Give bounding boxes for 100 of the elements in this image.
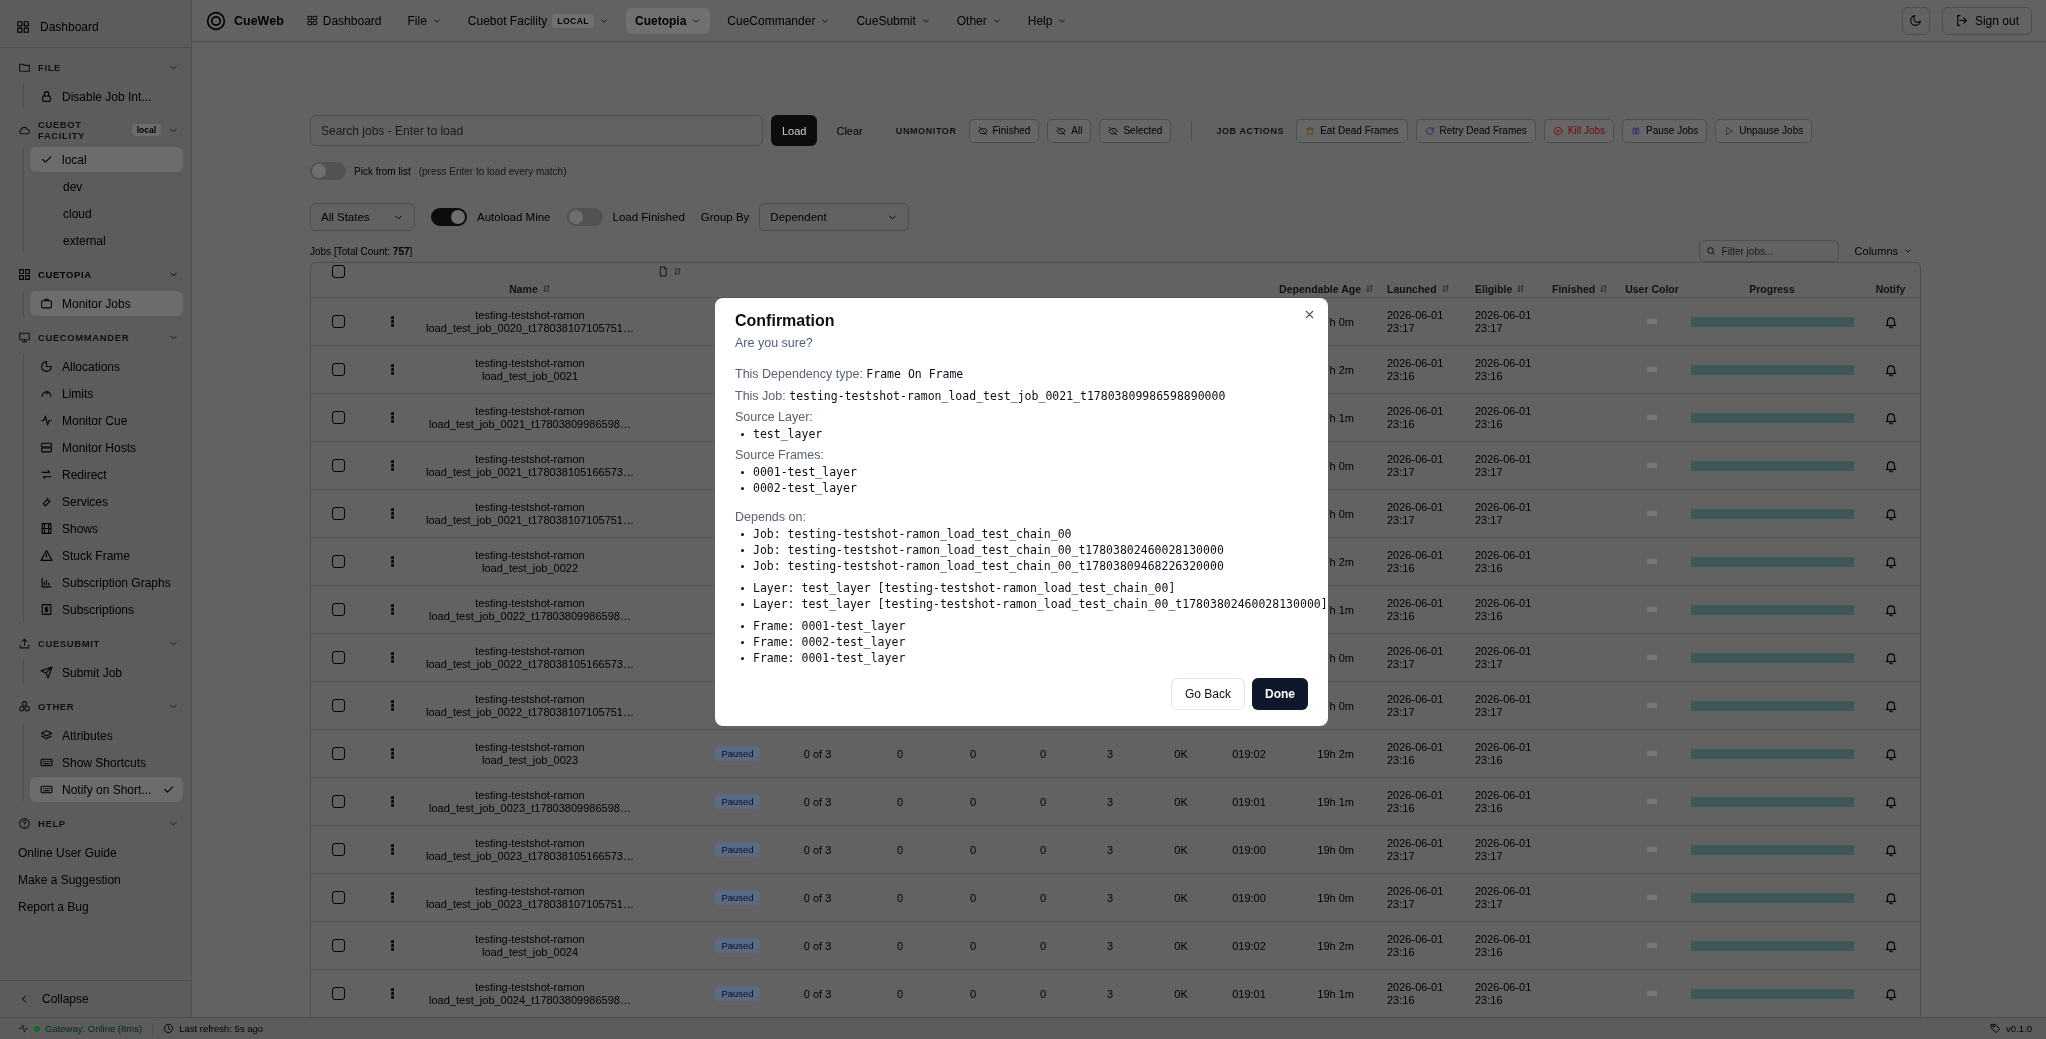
section-header[interactable]: CUESUBMIT: [8, 628, 183, 658]
nav-menu[interactable]: Other: [947, 7, 1011, 34]
row-checkbox[interactable]: [331, 939, 345, 952]
column-header[interactable]: Progress: [1749, 282, 1795, 295]
row-checkbox[interactable]: [331, 651, 345, 664]
section-header[interactable]: CUECOMMANDER: [8, 322, 183, 352]
theme-button[interactable]: [1901, 6, 1930, 35]
row-checkbox[interactable]: [331, 459, 345, 472]
sidebar-item[interactable]: Redirect: [30, 462, 183, 487]
header-checkbox[interactable]: [331, 265, 345, 279]
job-action-button[interactable]: Retry Dead Frames: [1415, 118, 1536, 143]
bell-icon[interactable]: [1883, 698, 1898, 713]
sidebar-item[interactable]: local: [30, 147, 183, 172]
column-header[interactable]: Eligible: [1475, 282, 1513, 295]
row-checkbox[interactable]: [331, 507, 345, 520]
sidebar-item[interactable]: Limits: [30, 381, 183, 406]
sidebar-item[interactable]: Notify on Short...: [30, 777, 183, 802]
group-by-select[interactable]: Dependent: [759, 203, 910, 231]
unmonitor-button[interactable]: Selected: [1099, 118, 1172, 143]
row-checkbox[interactable]: [331, 747, 345, 760]
nav-menu[interactable]: File: [398, 7, 451, 34]
sort-icon[interactable]: [673, 267, 682, 277]
state-select[interactable]: All States: [310, 203, 415, 231]
nav-menu[interactable]: CueCommander: [718, 7, 840, 34]
sidebar-item[interactable]: Allocations: [30, 354, 183, 379]
bell-icon[interactable]: [1883, 794, 1898, 809]
done-button[interactable]: Done: [1252, 678, 1308, 710]
sidebar-item[interactable]: Stuck Frame: [30, 543, 183, 568]
load-button[interactable]: Load: [771, 115, 818, 146]
sort-icon[interactable]: [1516, 284, 1526, 294]
sidebar-item[interactable]: dev: [30, 174, 183, 199]
sign-out-button[interactable]: Sign out: [1941, 6, 2032, 35]
bell-icon[interactable]: [1883, 410, 1898, 425]
row-checkbox[interactable]: [331, 891, 345, 904]
bell-icon[interactable]: [1883, 650, 1898, 665]
dashboard-link[interactable]: Dashboard: [8, 13, 183, 41]
sidebar-item[interactable]: Submit Job: [30, 660, 183, 685]
sidebar-item[interactable]: Online User Guide: [8, 840, 183, 865]
go-back-button[interactable]: Go Back: [1170, 678, 1245, 710]
sort-icon[interactable]: [541, 284, 551, 294]
bell-icon[interactable]: [1883, 602, 1898, 617]
section-header[interactable]: OTHER: [8, 691, 183, 721]
sidebar-item[interactable]: Services: [30, 489, 183, 514]
columns-button[interactable]: Columns: [1846, 240, 1921, 262]
row-checkbox[interactable]: [331, 315, 345, 328]
toggle-switch[interactable]: [310, 162, 346, 180]
job-action-button[interactable]: Pause Jobs: [1622, 118, 1708, 143]
bell-icon[interactable]: [1883, 986, 1898, 1001]
nav-menu[interactable]: Help: [1018, 7, 1077, 34]
sidebar-item[interactable]: Report a Bug: [8, 894, 183, 919]
sidebar-item[interactable]: Make a Suggestion: [8, 867, 183, 892]
sidebar-item[interactable]: Show Shortcuts: [30, 750, 183, 775]
sidebar-item[interactable]: Attributes: [30, 723, 183, 748]
unmonitor-button[interactable]: Finished: [968, 118, 1040, 143]
nav-menu[interactable]: Cuetopia: [626, 7, 711, 34]
column-header[interactable]: Name: [509, 282, 538, 295]
row-checkbox[interactable]: [331, 699, 345, 712]
sidebar-item[interactable]: external: [30, 228, 183, 253]
row-checkbox[interactable]: [331, 843, 345, 856]
nav-menu[interactable]: CueSubmit: [847, 7, 940, 34]
row-checkbox[interactable]: [331, 555, 345, 568]
row-checkbox[interactable]: [331, 411, 345, 424]
row-checkbox[interactable]: [331, 603, 345, 616]
bell-icon[interactable]: [1883, 554, 1898, 569]
job-action-button[interactable]: Kill Jobs: [1543, 118, 1615, 143]
section-header[interactable]: CUETOPIA: [8, 259, 183, 289]
sort-icon[interactable]: [1599, 284, 1609, 294]
search-field[interactable]: Search jobs - Enter to load: [310, 115, 763, 146]
section-header[interactable]: HELP: [8, 808, 183, 838]
sidebar-item[interactable]: Monitor Hosts: [30, 435, 183, 460]
column-header[interactable]: Notify: [1875, 282, 1906, 295]
column-header[interactable]: Launched: [1387, 282, 1437, 295]
sidebar-item[interactable]: Disable Job Int...: [30, 84, 183, 109]
unmonitor-button[interactable]: All: [1047, 118, 1092, 143]
bell-icon[interactable]: [1883, 746, 1898, 761]
toggle-switch[interactable]: [566, 208, 603, 226]
bell-icon[interactable]: [1883, 842, 1898, 857]
job-action-button[interactable]: Unpause Jobs: [1715, 118, 1813, 143]
bell-icon[interactable]: [1883, 506, 1898, 521]
close-icon[interactable]: [1303, 308, 1316, 321]
app-logo[interactable]: CueWeb: [206, 10, 284, 31]
sidebar-item[interactable]: Subscription Graphs: [30, 570, 183, 595]
bell-icon[interactable]: [1883, 890, 1898, 905]
section-header[interactable]: CUEBOT FACILITY local: [8, 115, 183, 145]
bell-icon[interactable]: [1883, 458, 1898, 473]
clear-button[interactable]: Clear: [825, 115, 874, 146]
sidebar-item[interactable]: Shows: [30, 516, 183, 541]
sidebar-item[interactable]: cloud: [30, 201, 183, 226]
sidebar-item[interactable]: Monitor Cue: [30, 408, 183, 433]
nav-menu[interactable]: Dashboard: [297, 7, 391, 34]
row-checkbox[interactable]: [331, 987, 345, 1000]
toggle-switch[interactable]: [431, 208, 467, 226]
column-header[interactable]: Finished: [1552, 282, 1596, 295]
sort-icon[interactable]: [1365, 284, 1374, 294]
bell-icon[interactable]: [1883, 362, 1898, 377]
section-header[interactable]: FILE: [8, 52, 183, 82]
row-checkbox[interactable]: [331, 363, 345, 376]
column-header[interactable]: Dependable Age: [1279, 282, 1361, 295]
row-checkbox[interactable]: [331, 795, 345, 808]
nav-menu[interactable]: Cuebot Facility LOCAL: [458, 7, 618, 34]
